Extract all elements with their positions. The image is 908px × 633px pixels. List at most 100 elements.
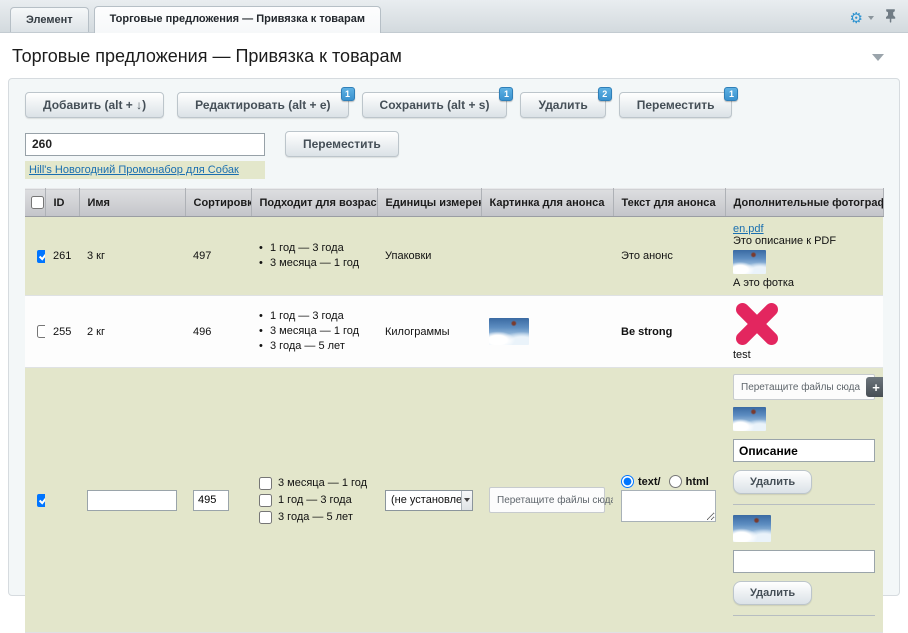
edit-row-ages-cell: 3 месяца — 1 год 1 год — 3 года 3 года —… xyxy=(251,368,377,633)
table-row-261: 261 3 кг 497 1 год — 3 года 3 месяца — 1… xyxy=(25,217,883,296)
row-255-photos: test xyxy=(725,296,883,368)
col-name: Имя xyxy=(79,189,185,217)
announce-textarea[interactable] xyxy=(621,490,716,522)
photo-thumbnail[interactable] xyxy=(733,250,766,274)
row-261-checkbox[interactable] xyxy=(37,250,45,263)
age-option-3[interactable]: 3 года — 5 лет xyxy=(259,510,369,524)
announce-image-dropzone[interactable]: Перетащите файлы сюда + xyxy=(489,487,605,513)
pdf-link[interactable]: en.pdf xyxy=(733,223,764,235)
col-units: Единицы измерения xyxy=(377,189,481,217)
tabbar-icons: ⚙ xyxy=(850,8,896,28)
row-261-announce-image xyxy=(481,217,613,296)
row-255-name: 2 кг xyxy=(79,296,185,368)
age-option-2[interactable]: 1 год — 3 года xyxy=(259,493,369,507)
photo2-delete-button[interactable]: Удалить xyxy=(733,581,812,605)
row-261-photos: en.pdf Это описание к PDF А это фотка xyxy=(725,217,883,296)
announce-image-thumbnail[interactable] xyxy=(489,318,529,345)
unit-select[interactable]: (не установлено) xyxy=(385,490,473,511)
row-261-announce-text: Это анонс xyxy=(613,217,725,296)
page-title: Торговые предложения — Привязка к товара… xyxy=(12,46,896,67)
save-button-label: Сохранить (alt + s) xyxy=(380,98,490,112)
edit-row-photos-cell: Перетащите файлы сюда + Удалить Удалить xyxy=(725,368,883,633)
age-checkbox-2[interactable] xyxy=(259,494,272,507)
row-261-id: 261 xyxy=(45,217,79,296)
pdf-description: Это описание к PDF xyxy=(733,235,875,247)
col-sort: Сортировка xyxy=(185,189,251,217)
col-id: ID xyxy=(45,189,79,217)
move-button-label: Переместить xyxy=(303,137,381,151)
photo2-thumbnail[interactable] xyxy=(733,515,771,542)
row-255-announce-image xyxy=(481,296,613,368)
col-ages: Подходит для возрастов xyxy=(251,189,377,217)
photos-divider-1 xyxy=(733,504,875,505)
edit-row-unit-cell: (не установлено) xyxy=(377,368,481,633)
edit-row-announce-text-cell: text/ html xyxy=(613,368,725,633)
row-255-announce-text: Be strong xyxy=(613,296,725,368)
move-button[interactable]: Переместить xyxy=(285,131,399,157)
save-button-badge: 1 xyxy=(499,87,513,101)
main-panel: Добавить (alt + ↓) Редактировать (alt + … xyxy=(8,78,900,596)
row-255-checkbox[interactable] xyxy=(37,325,45,338)
photo1-delete-button[interactable]: Удалить xyxy=(733,470,812,494)
col-extra-photos: Дополнительные фотографии xyxy=(725,189,883,217)
age-checkbox-3[interactable] xyxy=(259,511,272,524)
row-255-ages: 1 год — 3 года 3 месяца — 1 год 3 года —… xyxy=(259,309,369,354)
edit-row-checkbox[interactable] xyxy=(37,494,45,507)
age-checkbox-1[interactable] xyxy=(259,477,272,490)
move-row: Переместить xyxy=(25,131,883,157)
name-input[interactable] xyxy=(87,490,177,511)
tab-bar: Элемент Торговые предложения — Привязка … xyxy=(0,0,908,33)
edit-row-name-cell xyxy=(79,368,185,633)
move-toolbar-button-badge: 1 xyxy=(724,87,738,101)
announce-type-radios: text/ html xyxy=(621,475,717,488)
edit-row-announce-image-cell: Перетащите файлы сюда + xyxy=(481,368,613,633)
photos-divider-2 xyxy=(733,615,875,616)
table-row-255: 255 2 кг 496 1 год — 3 года 3 месяца — 1… xyxy=(25,296,883,368)
table-edit-row: 3 месяца — 1 год 1 год — 3 года 3 года —… xyxy=(25,368,883,633)
product-link[interactable]: Hill's Новогодний Промонабор для Собак xyxy=(29,164,239,176)
select-arrow-icon[interactable] xyxy=(461,491,472,510)
photo-caption: А это фотка xyxy=(733,277,875,289)
move-target-input[interactable] xyxy=(25,133,265,156)
radio-html[interactable] xyxy=(669,475,682,488)
col-announce-image: Картинка для анонса xyxy=(481,189,613,217)
toolbar: Добавить (alt + ↓) Редактировать (alt + … xyxy=(25,92,883,118)
table-header-row: ID Имя Сортировка Подходит для возрастов… xyxy=(25,189,883,217)
pin-icon[interactable] xyxy=(885,8,896,28)
photo2-description-input[interactable] xyxy=(733,550,875,573)
select-all-checkbox[interactable] xyxy=(31,196,44,209)
col-announce-text: Текст для анонса xyxy=(613,189,725,217)
screen: Элемент Торговые предложения — Привязка … xyxy=(0,0,908,596)
gear-icon[interactable]: ⚙ xyxy=(850,11,863,26)
tab-offers-binding[interactable]: Торговые предложения — Привязка к товара… xyxy=(94,6,381,33)
offers-table: ID Имя Сортировка Подходит для возрастов… xyxy=(25,188,884,633)
collapse-arrow-icon[interactable] xyxy=(872,54,884,61)
product-link-strip: Hill's Новогодний Промонабор для Собак xyxy=(25,161,265,179)
row-261-sort: 497 xyxy=(185,217,251,296)
add-button[interactable]: Добавить (alt + ↓) xyxy=(25,92,164,118)
cross-image[interactable] xyxy=(735,302,779,346)
row-255-id: 255 xyxy=(45,296,79,368)
photos-dropzone[interactable]: Перетащите файлы сюда + xyxy=(733,374,875,400)
save-button[interactable]: Сохранить (alt + s) 1 xyxy=(362,92,508,118)
edit-button[interactable]: Редактировать (alt + e) 1 xyxy=(177,92,348,118)
row-261-ages: 1 год — 3 года 3 месяца — 1 год xyxy=(259,241,369,271)
edit-button-label: Редактировать (alt + e) xyxy=(195,98,330,112)
add-button-label: Добавить (alt + ↓) xyxy=(43,98,146,112)
sort-input[interactable] xyxy=(193,490,229,511)
radio-text[interactable] xyxy=(621,475,634,488)
age-option-1[interactable]: 3 месяца — 1 год xyxy=(259,476,369,490)
tab-element[interactable]: Элемент xyxy=(10,7,89,32)
edit-button-badge: 1 xyxy=(341,87,355,101)
chevron-down-icon[interactable] xyxy=(868,16,874,20)
row-261-name: 3 кг xyxy=(79,217,185,296)
delete-button-label: Удалить xyxy=(538,98,587,112)
add-photo-icon[interactable]: + xyxy=(866,377,883,397)
row-255-sort: 496 xyxy=(185,296,251,368)
move-toolbar-button[interactable]: Переместить 1 xyxy=(619,92,733,118)
delete-button[interactable]: Удалить 2 xyxy=(520,92,605,118)
move-toolbar-button-label: Переместить xyxy=(637,98,715,112)
photo1-thumbnail[interactable] xyxy=(733,407,766,431)
photo1-description-input[interactable] xyxy=(733,439,875,462)
row-255-unit: Килограммы xyxy=(377,296,481,368)
